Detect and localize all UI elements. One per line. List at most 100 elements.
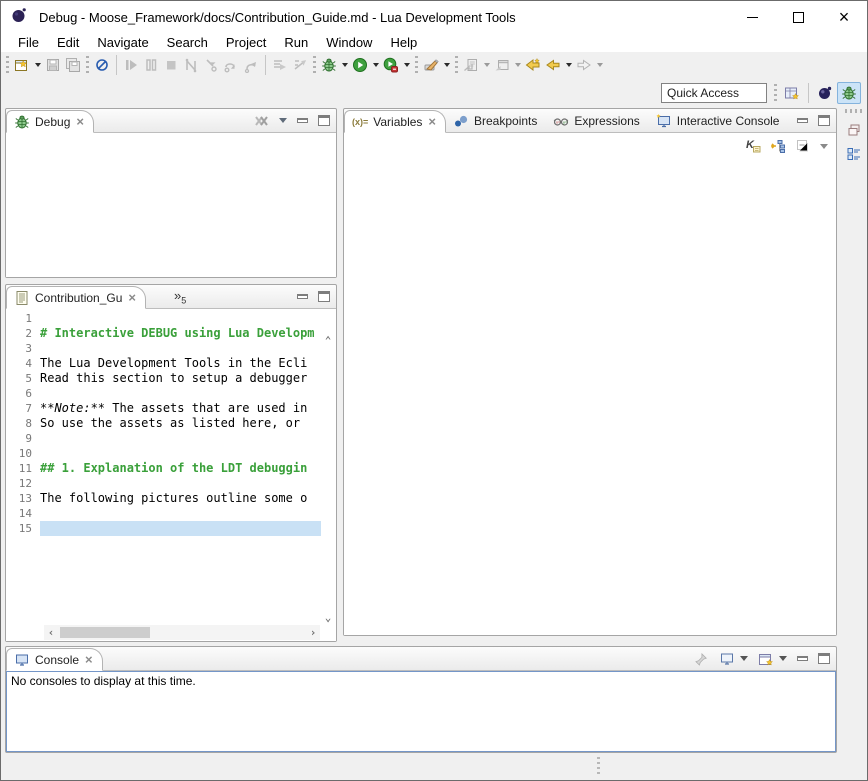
tab-breakpoints[interactable]: Breakpoints [446,109,546,132]
editor-line-12[interactable]: 12 [6,476,321,491]
external-tools-button[interactable] [421,54,441,76]
menu-window[interactable]: Window [317,34,381,51]
editor-line-11[interactable]: 11## 1. Explanation of the LDT debuggin [6,461,321,476]
svg-text:y=: y= [563,119,568,124]
display-console-dropdown[interactable] [740,656,748,661]
editor-view-minimize-icon[interactable] [297,294,308,299]
open-perspective-button[interactable] [780,82,804,104]
console-icon [14,652,30,668]
editor-line-5[interactable]: 5Read this section to setup a debugger [6,371,321,386]
lua-perspective-button[interactable] [813,82,837,104]
trim-drag-handle[interactable] [845,109,863,113]
skip-all-breakpoints-button[interactable] [92,54,112,76]
restore-view-button[interactable] [843,119,865,141]
back-history-dropdown[interactable] [566,63,572,67]
variables-view-content [344,158,836,635]
tab-variables[interactable]: (x)= Variables × [344,110,446,133]
editor-line-3[interactable]: 3 [6,341,321,356]
scroll-right-icon[interactable]: › [306,626,320,639]
window-close-button[interactable]: × [821,1,867,33]
show-type-names-icon[interactable]: K [745,138,761,154]
debug-view-minimize-icon[interactable] [297,118,308,123]
scrollbar-thumb[interactable] [60,627,150,638]
menu-run[interactable]: Run [275,34,317,51]
menu-help[interactable]: Help [381,34,426,51]
tab-console-close-icon[interactable]: × [85,653,93,666]
save-all-button[interactable] [63,54,83,76]
back-history-button[interactable] [543,54,563,76]
new-wizard-button[interactable] [12,54,32,76]
line-number: 3 [6,341,40,356]
menu-navigate[interactable]: Navigate [88,34,157,51]
step-return-button [241,54,261,76]
tab-debug-close-icon[interactable]: × [76,115,84,128]
editor-line-2[interactable]: 2# Interactive DEBUG using Lua Developm [6,326,321,341]
scroll-up-icon[interactable]: ⌃ [321,334,335,347]
variables-view-maximize-icon[interactable] [818,115,830,126]
editor-view-maximize-icon[interactable] [318,291,330,302]
step-into-button [201,54,221,76]
run-launch-dropdown[interactable] [373,63,379,67]
tab-expressions[interactable]: x=y= Expressions [546,109,648,132]
window-minimize-button[interactable] [729,1,775,33]
menu-search[interactable]: Search [158,34,217,51]
editor-line-7[interactable]: 7**Note:** The assets that are used in [6,401,321,416]
tab-console[interactable]: Console × [6,648,103,671]
debug-launch-dropdown[interactable] [342,63,348,67]
display-selected-console-icon[interactable] [719,651,735,667]
tab-editor-contribution-guide[interactable]: Contribution_Gu × [6,286,146,309]
tab-interactive-console[interactable]: Interactive Console [649,109,789,132]
debug-view-maximize-icon[interactable] [318,115,330,126]
line-text: # Interactive DEBUG using Lua Developm [40,326,321,341]
quick-access-input[interactable]: Quick Access [661,83,767,103]
open-console-dropdown[interactable] [779,656,787,661]
scroll-left-icon[interactable]: ‹ [44,626,58,639]
status-bar-drag-handle[interactable] [597,757,600,777]
tab-editor-close-icon[interactable]: × [128,291,136,304]
editor-vertical-scrollbar[interactable]: ⌃ ⌄ [321,334,335,624]
forward-history-button [574,54,594,76]
editor-line-14[interactable]: 14 [6,506,321,521]
editor-line-10[interactable]: 10 [6,446,321,461]
new-wizard-dropdown[interactable] [35,63,41,67]
tab-expressions-label: Expressions [574,114,639,128]
console-view-minimize-icon[interactable] [797,656,808,661]
window-maximize-button[interactable] [775,1,821,33]
variables-view-minimize-icon[interactable] [797,118,808,123]
menu-project[interactable]: Project [217,34,275,51]
debug-view-menu-icon[interactable] [279,118,287,123]
editor-line-13[interactable]: 13The following pictures outline some o [6,491,321,506]
menu-edit[interactable]: Edit [48,34,88,51]
editor-horizontal-scrollbar[interactable]: ‹ › [44,625,320,640]
editor-line-9[interactable]: 9 [6,431,321,446]
outline-view-button[interactable] [843,143,865,165]
show-logical-structures-icon[interactable] [770,138,786,154]
coverage-launch-button[interactable] [381,54,401,76]
save-button[interactable] [43,54,63,76]
open-console-icon[interactable] [758,651,774,667]
debug-launch-button[interactable] [319,54,339,76]
line-number: 9 [6,431,40,446]
console-view-maximize-icon[interactable] [818,653,830,664]
editor-line-1[interactable]: 1 [6,311,321,326]
external-tools-dropdown[interactable] [444,63,450,67]
tab-debug[interactable]: Debug × [6,110,94,133]
scroll-down-icon[interactable]: ⌄ [321,611,335,624]
editor-lines[interactable]: 12# Interactive DEBUG using Lua Developm… [6,311,321,624]
editor-line-8[interactable]: 8So use the assets as listed here, or [6,416,321,431]
debug-perspective-button[interactable] [837,82,861,104]
editor-line-15[interactable]: 15 [6,521,321,536]
editor-line-4[interactable]: 4The Lua Development Tools in the Ecli [6,356,321,371]
menu-file[interactable]: File [9,34,48,51]
editor-line-6[interactable]: 6 [6,386,321,401]
tab-variables-close-icon[interactable]: × [428,115,436,128]
editor-content[interactable]: 12# Interactive DEBUG using Lua Developm… [6,309,336,641]
line-text: The following pictures outline some o [40,491,321,506]
editor-tab-overflow-chevron[interactable]: »5 [174,288,186,306]
coverage-launch-dropdown[interactable] [404,63,410,67]
console-content[interactable]: No consoles to display at this time. [6,671,836,752]
variables-view-menu-icon[interactable] [820,144,828,149]
last-edit-location-button[interactable] [523,54,543,76]
debug-view-header: Debug × [6,109,336,133]
run-launch-button[interactable] [350,54,370,76]
